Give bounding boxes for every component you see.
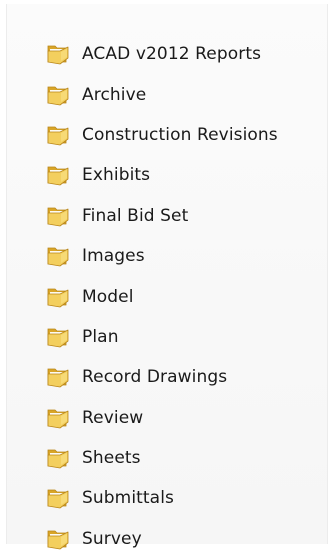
folder-icon — [46, 366, 72, 388]
folder-name: Exhibits — [82, 165, 151, 186]
folder-name: Record Drawings — [82, 367, 228, 388]
list-item-folder[interactable]: Survey — [46, 519, 278, 559]
folder-name: Construction Revisions — [82, 124, 278, 145]
folder-icon — [46, 528, 72, 550]
folder-icon — [46, 326, 72, 348]
folder-list-panel: ACAD v2012 Reports Archive Construction … — [6, 4, 328, 550]
list-item-folder[interactable]: Final Bid Set — [46, 196, 278, 236]
folder-icon — [46, 407, 72, 429]
folder-icon — [46, 43, 72, 65]
folder-icon — [46, 487, 72, 509]
folder-icon — [46, 164, 72, 186]
folder-icon — [46, 84, 72, 106]
folder-list: ACAD v2012 Reports Archive Construction … — [46, 34, 278, 559]
folder-icon — [46, 205, 72, 227]
list-item-folder[interactable]: Review — [46, 398, 278, 438]
folder-icon — [46, 124, 72, 146]
folder-name: Final Bid Set — [82, 205, 189, 226]
folder-name: Review — [82, 407, 144, 428]
list-item-folder[interactable]: ACAD v2012 Reports — [46, 34, 278, 74]
folder-icon — [46, 286, 72, 308]
folder-name: Images — [82, 246, 145, 267]
list-item-folder[interactable]: Images — [46, 236, 278, 276]
folder-name: Survey — [82, 528, 142, 549]
folder-name: Sheets — [82, 448, 141, 469]
list-item-folder[interactable]: Submittals — [46, 478, 278, 518]
list-item-folder[interactable]: Archive — [46, 74, 278, 114]
list-item-folder[interactable]: Sheets — [46, 438, 278, 478]
folder-name: Plan — [82, 326, 119, 347]
folder-name: ACAD v2012 Reports — [82, 44, 262, 65]
list-item-folder[interactable]: Construction Revisions — [46, 115, 278, 155]
list-item-folder[interactable]: Exhibits — [46, 155, 278, 195]
list-item-folder[interactable]: Record Drawings — [46, 357, 278, 397]
folder-icon — [46, 245, 72, 267]
list-item-folder[interactable]: Model — [46, 276, 278, 316]
folder-name: Archive — [82, 84, 147, 105]
folder-icon — [46, 447, 72, 469]
folder-name: Submittals — [82, 488, 174, 509]
list-item-folder[interactable]: Plan — [46, 317, 278, 357]
folder-name: Model — [82, 286, 134, 307]
